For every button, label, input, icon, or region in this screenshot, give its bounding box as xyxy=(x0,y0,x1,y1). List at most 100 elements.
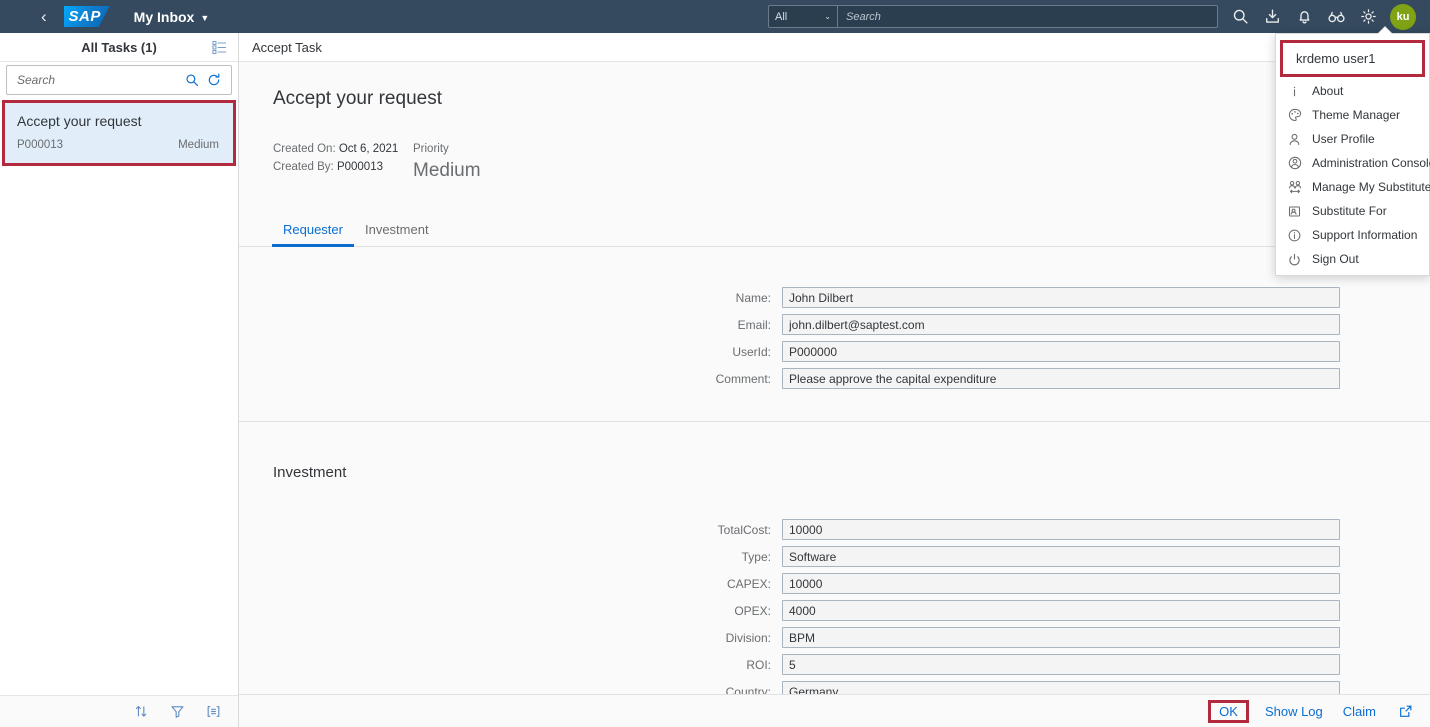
userid-field[interactable] xyxy=(782,341,1340,362)
country-field[interactable] xyxy=(782,681,1340,694)
menu-item-manage-my-substitutes[interactable]: Manage My Substitutes xyxy=(1276,175,1430,199)
form-row-type: Type: xyxy=(239,546,1430,567)
menu-item-label: Manage My Substitutes xyxy=(1312,180,1430,194)
userid-label: UserId: xyxy=(732,344,771,359)
show-log-button[interactable]: Show Log xyxy=(1255,700,1333,723)
detail-bar-title: Accept Task xyxy=(252,39,322,55)
chevron-down-icon: ⌄ xyxy=(824,12,831,21)
sort-icon[interactable] xyxy=(130,701,152,723)
download-icon[interactable] xyxy=(1256,2,1288,32)
user-menu-popover: krdemo user1 About Theme Manager User Pr… xyxy=(1275,27,1430,276)
task-header: Accept your request Created On: Oct 6, 2… xyxy=(239,62,1430,182)
menu-item-substitute-for[interactable]: Substitute For xyxy=(1276,199,1429,223)
sap-fiori-my-inbox-app: ‹ SAP My Inbox ▼ All ⌄ Search ku All Tas… xyxy=(0,0,1430,727)
menu-item-theme-manager[interactable]: Theme Manager xyxy=(1276,103,1429,127)
task-item-title: Accept your request xyxy=(17,113,142,129)
opex-field[interactable] xyxy=(782,600,1340,621)
division-label: Division: xyxy=(725,630,771,645)
totalcost-field[interactable] xyxy=(782,519,1340,540)
form-row-comment: Comment: xyxy=(239,368,1430,389)
search-icon[interactable] xyxy=(1224,2,1256,32)
person-card-icon xyxy=(1287,204,1302,219)
back-icon[interactable]: ‹ xyxy=(32,4,56,29)
page-body: All Tasks (1) Search Accept your request… xyxy=(0,33,1430,727)
type-field[interactable] xyxy=(782,546,1340,567)
bell-icon[interactable] xyxy=(1288,2,1320,32)
search-scope-select[interactable]: All ⌄ xyxy=(768,5,838,28)
task-item-priority: Medium xyxy=(178,139,219,151)
filter-icon[interactable] xyxy=(166,701,188,723)
form-row-userid: UserId: xyxy=(239,341,1430,362)
detail-footer-toolbar: OK Show Log Claim xyxy=(239,694,1430,727)
capex-field[interactable] xyxy=(782,573,1340,594)
sap-logo[interactable]: SAP xyxy=(63,6,110,27)
group-icon[interactable] xyxy=(202,701,224,723)
detail-scroll-area[interactable]: Accept your request Created On: Oct 6, 2… xyxy=(239,62,1430,694)
investment-section-title: Investment xyxy=(273,464,347,481)
shell-search-input[interactable] xyxy=(838,5,1218,28)
claim-button[interactable]: Claim xyxy=(1333,700,1386,723)
search-input[interactable] xyxy=(15,72,181,88)
tab-requester[interactable]: Requester xyxy=(272,216,354,247)
menu-item-about[interactable]: About xyxy=(1276,79,1429,103)
task-meta-column-dates: Created On: Oct 6, 2021 Created By: P000… xyxy=(273,140,413,182)
country-label: Country: xyxy=(725,684,771,695)
refresh-icon[interactable] xyxy=(203,69,225,91)
master-header: All Tasks (1) xyxy=(0,33,238,62)
ok-button[interactable]: OK xyxy=(1208,699,1249,723)
avatar-initials: ku xyxy=(1396,10,1410,23)
share-export-icon[interactable] xyxy=(1392,698,1418,724)
created-on-row: Created On: Oct 6, 2021 xyxy=(273,140,413,158)
chevron-down-icon: ▼ xyxy=(200,12,210,23)
menu-item-label: User Profile xyxy=(1312,132,1375,146)
master-search-field xyxy=(6,65,232,95)
people-swap-icon xyxy=(1287,180,1302,195)
email-label: Email: xyxy=(737,317,771,332)
page-title: Accept your request xyxy=(273,88,442,109)
email-field[interactable] xyxy=(782,314,1340,335)
name-label: Name: xyxy=(735,290,771,305)
task-item-id: P000013 xyxy=(17,139,64,151)
form-row-totalcost: TotalCost: xyxy=(239,519,1430,540)
menu-item-label: Support Information xyxy=(1312,228,1418,242)
info-circle-icon xyxy=(1287,228,1302,243)
search-scope-label: All xyxy=(775,10,788,23)
task-meta-column-priority: Priority Medium xyxy=(413,140,481,182)
power-icon xyxy=(1287,252,1302,267)
list-item[interactable]: Accept your request P000013 Medium xyxy=(2,100,236,166)
tab-investment[interactable]: Investment xyxy=(354,216,440,247)
form-row-opex: OPEX: xyxy=(239,600,1430,621)
requester-form-rows: Name: Email: UserId: Comment: xyxy=(239,273,1430,389)
division-field[interactable] xyxy=(782,627,1340,648)
task-item-meta: P000013 Medium xyxy=(17,139,219,151)
menu-item-administration-console[interactable]: Administration Console xyxy=(1276,151,1430,175)
requester-form-section: Name: Email: UserId: Comment: xyxy=(239,247,1430,421)
person-icon xyxy=(1287,132,1302,147)
menu-item-label: Substitute For xyxy=(1312,204,1387,218)
form-row-email: Email: xyxy=(239,314,1430,335)
created-by-value: P000013 xyxy=(336,161,383,173)
detail-title-bar: Accept Task xyxy=(239,33,1430,62)
priority-value: Medium xyxy=(413,160,481,181)
multi-select-list-icon[interactable] xyxy=(210,38,228,56)
created-on-label: Created On: xyxy=(273,143,336,155)
app-title-menu[interactable]: My Inbox ▼ xyxy=(134,9,210,25)
binoculars-icon[interactable] xyxy=(1320,2,1352,32)
menu-item-sign-out[interactable]: Sign Out xyxy=(1276,247,1429,271)
form-row-capex: CAPEX: xyxy=(239,573,1430,594)
menu-item-label: About xyxy=(1312,84,1344,98)
sap-logo-text: SAP xyxy=(68,8,101,25)
roi-label: ROI: xyxy=(746,657,771,672)
roi-field[interactable] xyxy=(782,654,1340,675)
menu-item-label: Administration Console xyxy=(1312,156,1430,170)
comment-field[interactable] xyxy=(782,368,1340,389)
user-avatar[interactable]: ku xyxy=(1390,3,1416,30)
totalcost-label: TotalCost: xyxy=(717,522,771,537)
form-row-division: Division: xyxy=(239,627,1430,648)
menu-item-support-information[interactable]: Support Information xyxy=(1276,223,1429,247)
name-field[interactable] xyxy=(782,287,1340,308)
search-icon[interactable] xyxy=(181,69,203,91)
app-title-label: My Inbox xyxy=(133,8,195,25)
capex-label: CAPEX: xyxy=(726,576,771,591)
menu-item-user-profile[interactable]: User Profile xyxy=(1276,127,1429,151)
